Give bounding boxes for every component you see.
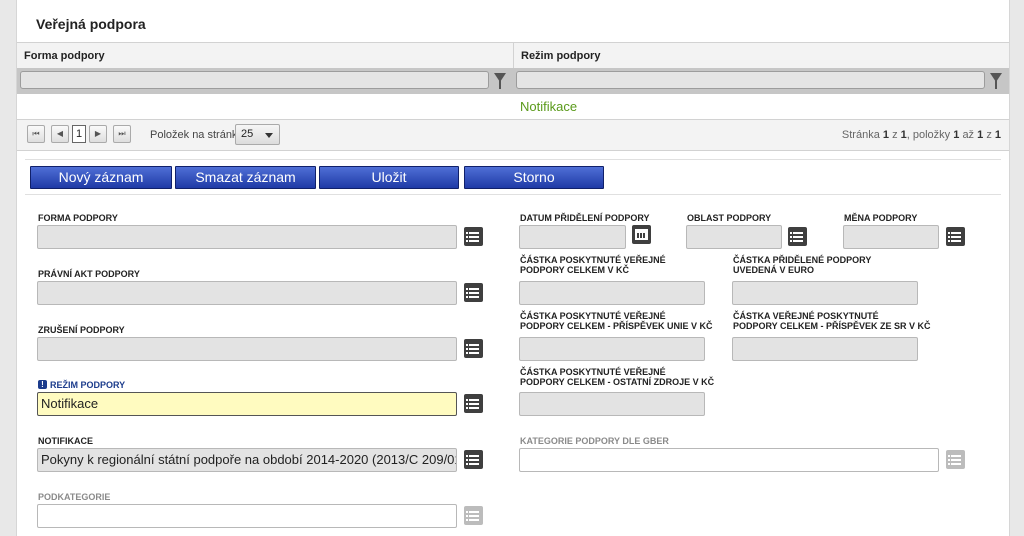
list-icon (464, 506, 483, 525)
castka-euro-label: Částka přidělené podpory uvedená v EURO (733, 255, 872, 275)
pravni-akt-label: Právní akt podpory (38, 269, 140, 279)
podkategorie-field[interactable] (37, 504, 457, 528)
per-page-label: Položek na stránku (150, 129, 244, 141)
mena-podpory-field[interactable] (843, 225, 939, 249)
column-forma-podpory[interactable]: Forma podpory (17, 43, 514, 69)
save-button[interactable]: Uložit (319, 166, 459, 189)
delete-record-button[interactable]: Smazat záznam (175, 166, 316, 189)
forma-podpory-field[interactable] (37, 225, 457, 249)
list-icon[interactable] (464, 394, 483, 413)
zruseni-podpory-field[interactable] (37, 337, 457, 361)
last-page-button[interactable]: ⏭ (113, 125, 131, 143)
kategorie-gber-label: Kategorie podpory dle GBER (520, 436, 669, 446)
grid-header: Forma podpory Režim podpory (17, 42, 1009, 70)
page-number-input[interactable]: 1 (72, 125, 86, 143)
list-icon[interactable] (464, 339, 483, 358)
calendar-icon[interactable] (632, 225, 651, 244)
verejna-podpora-panel: Veřejná podpora Forma podpory Režim podp… (16, 0, 1010, 536)
notifikace-label: Notifikace (38, 436, 93, 446)
list-icon (946, 450, 965, 469)
funnel-icon[interactable] (990, 73, 1002, 89)
zruseni-podpory-label: Zrušení podpory (38, 325, 125, 335)
datum-prideleni-field[interactable] (519, 225, 626, 249)
notifikace-field[interactable]: Pokyny k regionální státní podpoře na ob… (37, 448, 457, 472)
per-page-select[interactable]: 25 (235, 124, 280, 145)
list-icon[interactable] (464, 283, 483, 302)
divider (25, 159, 1001, 160)
list-icon[interactable] (946, 227, 965, 246)
castka-kc-label: Částka poskytnuté veřejné podpory celkem … (520, 255, 666, 275)
mena-podpory-label: Měna podpory (844, 213, 918, 223)
cell-rezim: Notifikace (520, 99, 578, 114)
section-title: Veřejná podpora (36, 16, 146, 32)
list-icon[interactable] (788, 227, 807, 246)
podkategorie-label: Podkategorie (38, 492, 111, 502)
list-icon[interactable] (464, 227, 483, 246)
datum-prideleni-label: Datum přidělení podpory (520, 213, 650, 223)
castka-sr-field[interactable] (732, 337, 918, 361)
list-icon[interactable] (464, 450, 483, 469)
funnel-icon[interactable] (494, 73, 506, 89)
pager: ⏮ ◀ 1 ▶ ⏭ Položek na stránku 25 Stránka … (17, 120, 1009, 151)
castka-ostatni-label: Částka poskytnuté veřejné podpory celkem … (520, 367, 715, 387)
forma-podpory-label: Forma podpory (38, 213, 118, 223)
pravni-akt-field[interactable] (37, 281, 457, 305)
divider (25, 194, 1001, 195)
castka-ostatni-field[interactable] (519, 392, 705, 416)
new-record-button[interactable]: Nový záznam (30, 166, 172, 189)
oblast-podpory-field[interactable] (686, 225, 782, 249)
column-rezim-podpory[interactable]: Režim podpory (514, 43, 1009, 69)
filter-forma-input[interactable] (20, 71, 489, 89)
filter-rezim-input[interactable] (516, 71, 985, 89)
rezim-podpory-field[interactable]: Notifikace (37, 392, 457, 416)
kategorie-gber-field[interactable] (519, 448, 939, 472)
filter-row (17, 68, 1009, 94)
oblast-podpory-label: Oblast podpory (687, 213, 772, 223)
castka-sr-label: Částka veřejné poskytnuté podpory celkem … (733, 311, 931, 331)
cancel-button[interactable]: Storno (464, 166, 604, 189)
info-icon: ! (38, 380, 47, 389)
table-row[interactable]: Notifikace (17, 94, 1009, 120)
prev-page-button[interactable]: ◀ (51, 125, 69, 143)
castka-eu-label: Částka poskytnuté veřejné podpory celkem … (520, 311, 713, 331)
castka-euro-field[interactable] (732, 281, 918, 305)
pager-info: Stránka 1 z 1, položky 1 až 1 z 1 (841, 129, 1001, 141)
castka-eu-field[interactable] (519, 337, 705, 361)
rezim-podpory-label: ! Režim podpory (38, 380, 125, 390)
first-page-button[interactable]: ⏮ (27, 125, 45, 143)
castka-kc-field[interactable] (519, 281, 705, 305)
next-page-button[interactable]: ▶ (89, 125, 107, 143)
